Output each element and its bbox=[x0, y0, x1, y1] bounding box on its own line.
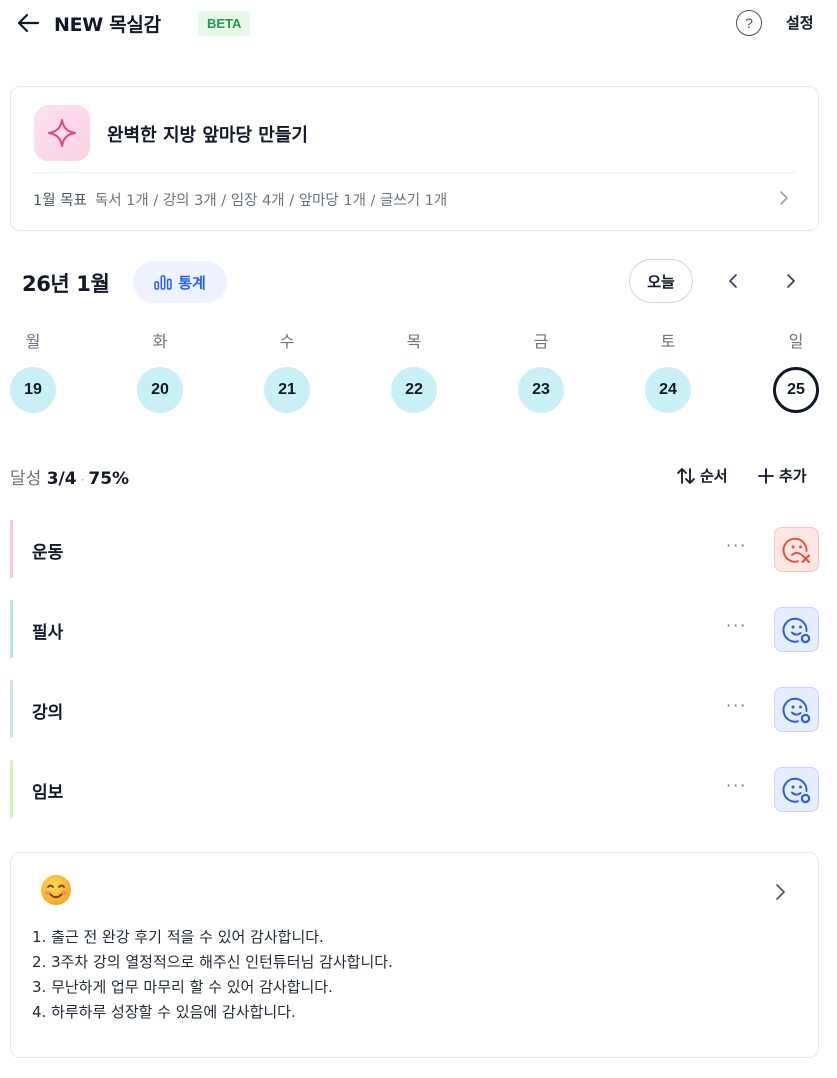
divider bbox=[33, 172, 796, 173]
habit-status-button[interactable] bbox=[774, 767, 819, 812]
page-title: NEW 목실감 bbox=[54, 14, 161, 36]
sparkle-icon bbox=[48, 119, 76, 147]
day-cell[interactable]: 20 bbox=[137, 367, 183, 413]
habit-color-bar bbox=[10, 520, 13, 578]
today-button[interactable]: 오늘 bbox=[629, 259, 693, 303]
weekday-label: 일 bbox=[788, 332, 804, 351]
habit-status-button[interactable] bbox=[774, 687, 819, 732]
gratitude-item: 2. 3주차 강의 열정적으로 해주신 인턴튜터님 감사합니다. bbox=[32, 953, 393, 971]
goal-detail-button[interactable] bbox=[776, 187, 792, 209]
arrow-left-icon bbox=[17, 13, 40, 33]
habit-name: 필사 bbox=[32, 623, 64, 643]
beta-badge: BETA bbox=[198, 11, 251, 36]
weekday-label: 토 bbox=[660, 332, 676, 351]
smile-face-check-icon bbox=[782, 617, 810, 643]
bar-chart-icon bbox=[154, 275, 172, 290]
smiling-face-icon bbox=[41, 875, 71, 905]
habit-row[interactable]: 운동 ··· bbox=[10, 520, 820, 578]
goal-icon-tile bbox=[34, 105, 90, 161]
weekday-label: 화 bbox=[152, 332, 168, 351]
chevron-right-icon bbox=[787, 274, 795, 288]
top-bar: NEW 목실감 BETA ? 설정 bbox=[0, 0, 837, 46]
day-cell[interactable]: 24 bbox=[645, 367, 691, 413]
stats-label: 통계 bbox=[178, 273, 206, 292]
habit-status-button[interactable] bbox=[774, 527, 819, 572]
add-habit-label: 추가 bbox=[779, 467, 807, 485]
help-button[interactable]: ? bbox=[736, 10, 762, 36]
separator: · bbox=[80, 473, 85, 487]
sort-order-label: 순서 bbox=[700, 467, 728, 485]
habit-color-bar bbox=[10, 760, 13, 818]
chevron-right-icon bbox=[780, 191, 788, 205]
add-habit-button[interactable]: 추가 bbox=[757, 465, 807, 486]
weekday-label: 목 bbox=[406, 332, 422, 351]
day-cell[interactable]: 23 bbox=[518, 367, 564, 413]
month-label: 26년 1월 bbox=[22, 272, 110, 296]
weekday-label: 월 bbox=[25, 332, 41, 351]
habit-name: 강의 bbox=[32, 703, 64, 723]
achievement-percent: 75% bbox=[88, 469, 130, 489]
achievement-count: 3/4 bbox=[46, 469, 77, 489]
habit-color-bar bbox=[10, 680, 13, 738]
plus-icon bbox=[758, 467, 774, 484]
gratitude-item: 3. 무난하게 업무 마무리 할 수 있어 감사합니다. bbox=[32, 978, 333, 996]
habit-name: 임보 bbox=[32, 783, 64, 803]
next-week-button[interactable] bbox=[778, 268, 804, 294]
smile-face-check-icon bbox=[782, 697, 810, 723]
gratitude-list: 1. 출근 전 완강 후기 적을 수 있어 감사합니다. 2. 3주차 강의 열… bbox=[32, 925, 393, 1025]
prev-week-button[interactable] bbox=[720, 268, 746, 294]
gratitude-item: 1. 출근 전 완강 후기 적을 수 있어 감사합니다. bbox=[32, 928, 324, 946]
goal-title: 완벽한 지방 앞마당 만들기 bbox=[107, 125, 308, 146]
gratitude-item: 4. 하루하루 성장할 수 있음에 감사합니다. bbox=[32, 1003, 296, 1021]
back-button[interactable] bbox=[12, 8, 44, 38]
sad-face-x-icon bbox=[782, 537, 810, 563]
more-options-button[interactable]: ··· bbox=[726, 616, 747, 635]
goal-summary: 1월 목표 독서 1개 / 강의 3개 / 임장 4개 / 앞마당 1개 / 글쓰… bbox=[33, 189, 447, 210]
goal-month-label: 1월 목표 bbox=[33, 193, 87, 209]
smile-face-check-icon bbox=[782, 777, 810, 803]
achievement-label: 달성 bbox=[10, 469, 42, 489]
chevron-left-icon bbox=[729, 274, 737, 288]
habit-row[interactable]: 강의 ··· bbox=[10, 680, 820, 738]
weekday-label: 금 bbox=[533, 332, 549, 351]
habit-row[interactable]: 임보 ··· bbox=[10, 760, 820, 818]
goal-card[interactable]: 완벽한 지방 앞마당 만들기 1월 목표 독서 1개 / 강의 3개 / 임장 4… bbox=[10, 86, 819, 231]
more-options-button[interactable]: ··· bbox=[726, 696, 747, 715]
habit-name: 운동 bbox=[32, 543, 64, 563]
settings-button[interactable]: 설정 bbox=[786, 12, 814, 33]
day-cell[interactable]: 19 bbox=[10, 367, 56, 413]
gratitude-detail-button[interactable] bbox=[772, 881, 788, 903]
habit-status-button[interactable] bbox=[774, 607, 819, 652]
habit-row[interactable]: 필사 ··· bbox=[10, 600, 820, 658]
achievement-summary: 달성 3/4 · 75% bbox=[10, 464, 129, 489]
day-cell-selected[interactable]: 25 bbox=[773, 367, 819, 413]
sort-arrows-icon bbox=[677, 467, 695, 484]
chevron-right-icon bbox=[775, 884, 785, 900]
day-cell[interactable]: 21 bbox=[264, 367, 310, 413]
stats-button[interactable]: 통계 bbox=[133, 261, 227, 303]
sort-order-button[interactable]: 순서 bbox=[676, 465, 728, 486]
goal-summary-text: 독서 1개 / 강의 3개 / 임장 4개 / 앞마당 1개 / 글쓰기 1개 bbox=[94, 193, 448, 209]
gratitude-card[interactable]: 1. 출근 전 완강 후기 적을 수 있어 감사합니다. 2. 3주차 강의 열… bbox=[10, 852, 819, 1058]
day-cell[interactable]: 22 bbox=[391, 367, 437, 413]
more-options-button[interactable]: ··· bbox=[726, 536, 747, 555]
habit-color-bar bbox=[10, 600, 13, 658]
weekday-label: 수 bbox=[279, 332, 295, 351]
more-options-button[interactable]: ··· bbox=[726, 776, 747, 795]
